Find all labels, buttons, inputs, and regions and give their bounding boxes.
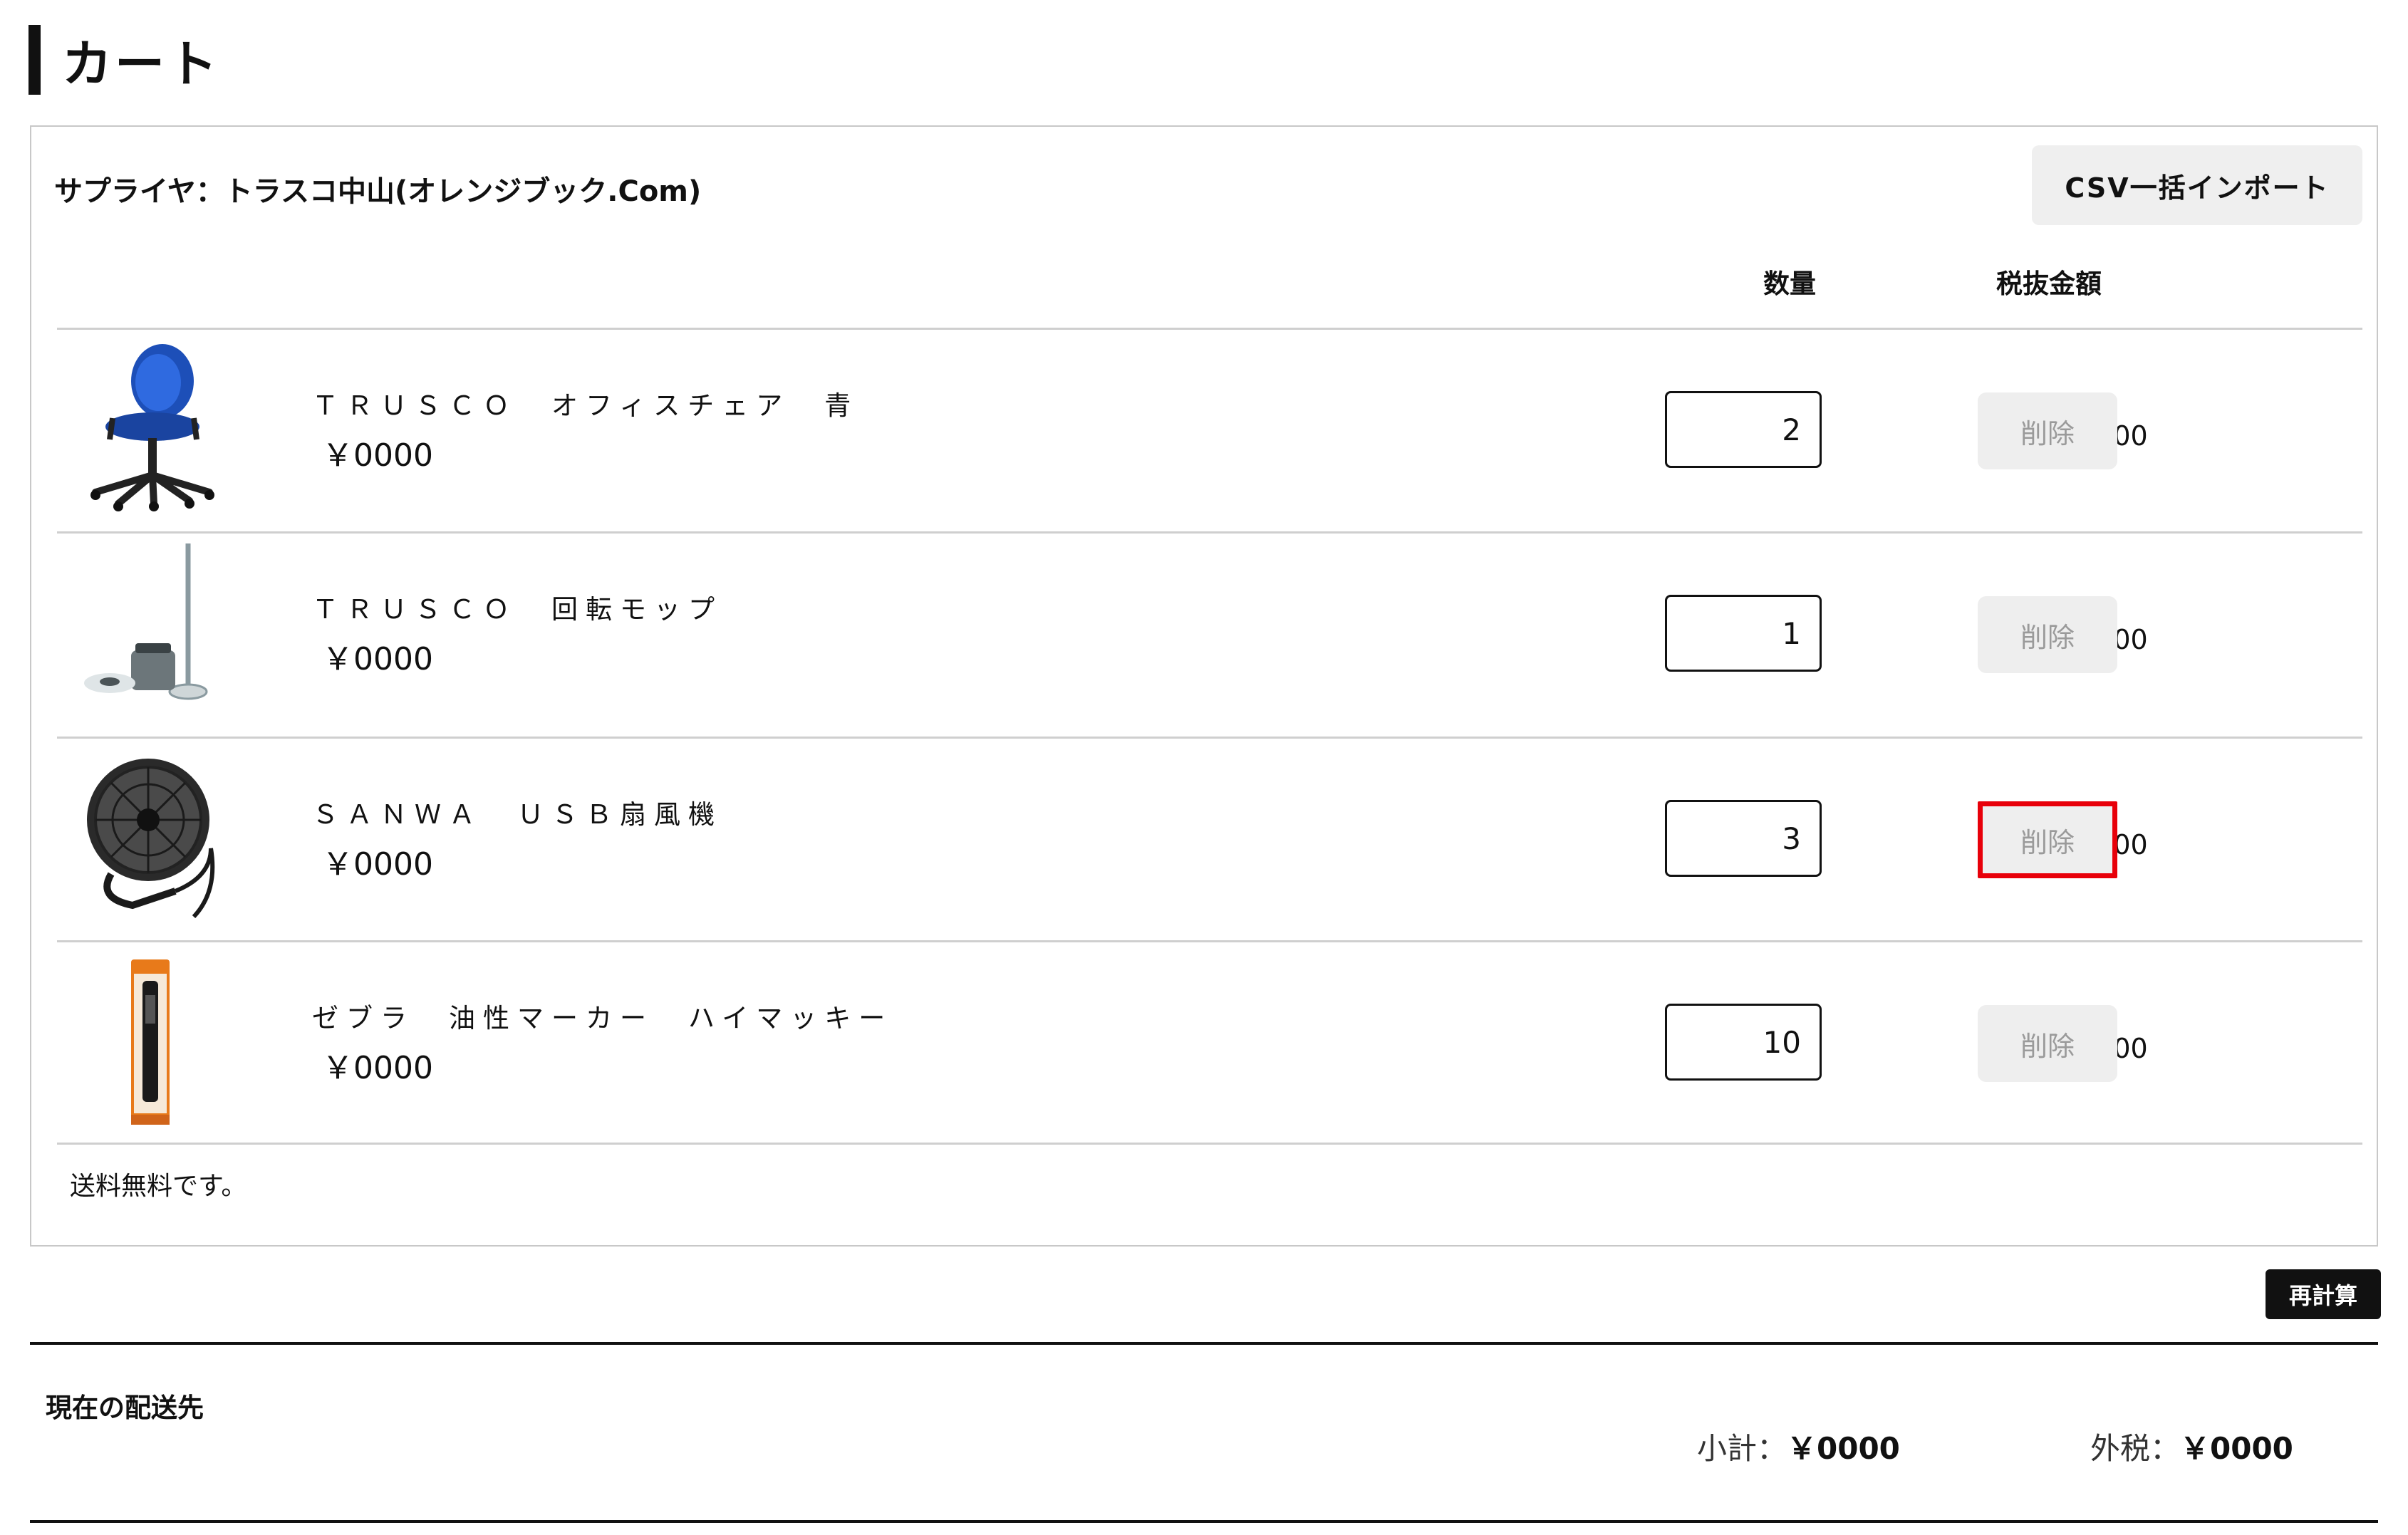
item-name[interactable]: ゼブラ 油性マーカー ハイマッキー — [312, 997, 893, 1035]
subtotal-value: ￥0000 — [1787, 1431, 1900, 1466]
recalculate-button[interactable]: 再計算 — [2266, 1269, 2381, 1319]
quantity-column-header: 数量 — [1763, 269, 1816, 299]
tax-value: ￥0000 — [2180, 1431, 2293, 1466]
subtotal: 小計：￥0000 — [1697, 1425, 1900, 1468]
table-row: ＴＲＵＳＣＯ 回転モップ ￥0000 1 ￥0000 削除 — [57, 534, 2362, 737]
subtotal-label: 小計： — [1697, 1431, 1787, 1466]
quantity-input[interactable]: 3 — [1665, 800, 1822, 877]
title-accent-bar — [28, 25, 41, 95]
item-unit-price: ￥0000 — [322, 846, 433, 883]
quantity-input[interactable]: 10 — [1665, 1004, 1822, 1081]
table-divider — [57, 1143, 2362, 1145]
spin-mop-image — [68, 543, 246, 722]
csv-import-button[interactable]: CSV一括インポート — [2032, 145, 2362, 225]
price-column-header: 税抜金額 — [1996, 269, 2102, 299]
delete-button[interactable]: 削除 — [1978, 392, 2117, 469]
office-chair-image — [68, 340, 246, 518]
item-name[interactable]: ＴＲＵＳＣＯ オフィスチェア 青 — [312, 384, 858, 422]
table-row: ＳＡＮＷＡ ＵＳＢ扇風機 ￥0000 3 ￥0000 削除 — [57, 739, 2362, 942]
table-row: ＴＲＵＳＣＯ オフィスチェア 青 ￥0000 2 ￥0000 削除 — [57, 330, 2362, 533]
item-unit-price: ￥0000 — [322, 641, 433, 677]
item-name[interactable]: ＴＲＵＳＣＯ 回転モップ — [312, 588, 722, 626]
cart-panel: サプライヤ：トラスコ中山(オレンジブック.Com) CSV一括インポート 数量 … — [30, 125, 2378, 1247]
page-title: カート — [28, 24, 220, 95]
tax: 外税：￥0000 — [2090, 1425, 2293, 1468]
supplier-label: サプライヤ：トラスコ中山(オレンジブック.Com) — [54, 175, 702, 208]
quantity-input[interactable]: 1 — [1665, 595, 1822, 672]
quantity-input[interactable]: 2 — [1665, 391, 1822, 468]
section-divider — [30, 1342, 2378, 1345]
current-destination-label: 現在の配送先 — [46, 1393, 204, 1423]
delete-button[interactable]: 削除 — [1978, 596, 2117, 673]
shipping-note: 送料無料です。 — [70, 1172, 247, 1201]
delete-button[interactable]: 削除 — [1978, 801, 2117, 878]
item-unit-price: ￥0000 — [322, 437, 433, 474]
table-row: ゼブラ 油性マーカー ハイマッキー ￥0000 10 ￥0000 削除 — [57, 942, 2362, 1145]
item-unit-price: ￥0000 — [322, 1050, 433, 1086]
marker-package-image — [68, 952, 246, 1130]
item-name[interactable]: ＳＡＮＷＡ ＵＳＢ扇風機 — [312, 793, 722, 831]
tax-label: 外税： — [2090, 1431, 2181, 1466]
usb-fan-image — [68, 749, 246, 927]
section-divider — [30, 1520, 2378, 1523]
delete-button[interactable]: 削除 — [1978, 1005, 2117, 1082]
page-title-text: カート — [62, 34, 220, 93]
